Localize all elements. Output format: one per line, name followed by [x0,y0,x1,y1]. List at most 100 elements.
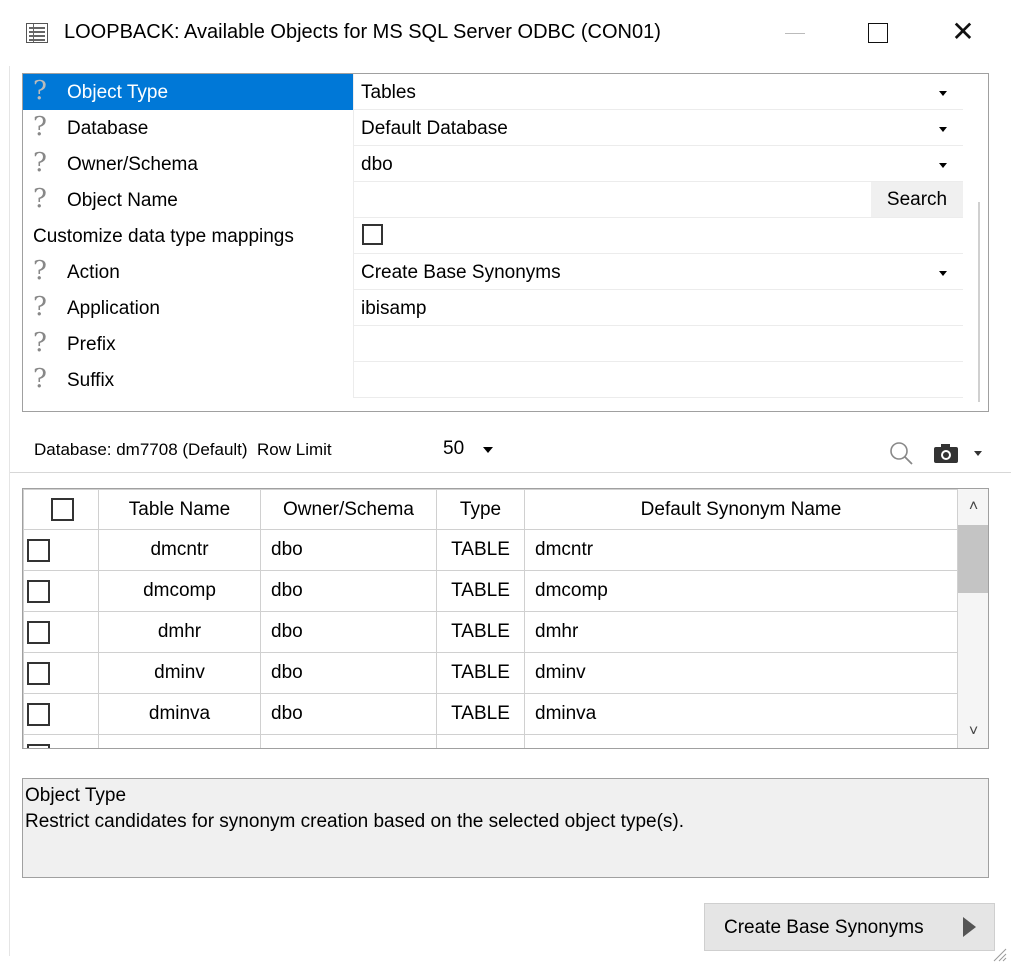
action-dropdown[interactable]: Create Base Synonyms [353,254,963,290]
window-title: LOOPBACK: Available Objects for MS SQL S… [64,21,661,43]
property-value: ibisamp [361,298,427,319]
properties-scrollbar[interactable] [978,202,980,402]
column-header-table-name[interactable]: Table Name [98,489,261,530]
camera-icon[interactable] [932,441,962,465]
owner-cell: dbo [260,611,437,653]
table-row[interactable]: dmcomp dbo TABLE dmcomp [23,570,958,612]
row-checkbox[interactable] [27,579,50,603]
select-all-checkbox[interactable] [51,498,74,521]
column-header-default-synonym-name[interactable]: Default Synonym Name [524,489,958,530]
property-owner-schema[interactable]: ? Owner/Schema dbo [23,146,963,182]
property-value: Create Base Synonyms [361,262,561,283]
type-cell: TABLE [436,611,525,653]
customize-mappings-checkbox[interactable] [362,224,383,245]
property-label: Customize data type mappings [33,226,294,247]
row-limit-value[interactable]: 50 [443,438,464,460]
chevron-down-icon[interactable] [937,159,949,171]
scroll-up-icon[interactable]: ˄ [958,489,988,525]
properties-grid: ? Object Type Tables ? Database Default … [22,73,989,412]
property-prefix[interactable]: ? Prefix [23,326,963,362]
property-database[interactable]: ? Database Default Database [23,110,963,146]
synonym-name-cell[interactable]: dminv [524,652,958,694]
create-base-synonyms-button[interactable]: Create Base Synonyms [704,903,995,951]
help-question-icon: ? [33,76,47,106]
scrollbar-thumb[interactable] [958,525,988,593]
object-type-dropdown[interactable]: Tables [353,74,963,110]
table-row[interactable]: dminva dbo TABLE dminva [23,693,958,735]
property-action[interactable]: ? Action Create Base Synonyms [23,254,963,290]
title-bar: LOOPBACK: Available Objects for MS SQL S… [0,0,1011,66]
maximize-button[interactable] [847,12,907,52]
suffix-field[interactable] [353,362,963,398]
chevron-down-icon[interactable] [937,87,949,99]
property-value: Default Database [361,118,508,139]
play-arrow-icon [963,917,976,937]
search-button[interactable]: Search [871,182,963,217]
type-cell: TABLE [436,570,525,612]
resize-grip-icon[interactable] [988,943,1008,963]
search-icon[interactable] [888,440,914,466]
description-title: Object Type [25,785,127,806]
owner-cell: dbo [260,529,437,571]
chevron-down-icon[interactable] [937,267,949,279]
type-cell: TABLE [436,652,525,694]
help-question-icon: ? [33,328,47,358]
camera-menu-arrow-icon[interactable] [974,451,982,456]
help-question-icon: ? [33,364,47,394]
application-field[interactable]: ibisamp [353,290,963,326]
chevron-down-icon[interactable] [937,123,949,135]
property-suffix[interactable]: ? Suffix [23,362,963,398]
object-name-field[interactable]: Search [353,182,963,218]
help-question-icon: ? [33,292,47,322]
property-application[interactable]: ? Application ibisamp [23,290,963,326]
prefix-field[interactable] [353,326,963,362]
property-label: Object Type [67,82,169,103]
window-border [9,66,10,956]
column-header-type[interactable]: Type [436,489,525,530]
row-checkbox[interactable] [27,702,50,726]
table-name-cell: dmcomp [98,570,261,612]
database-info: Database: dm7708 (Default) Row Limit [34,440,332,459]
property-value: dbo [361,154,393,175]
property-label: Action [67,262,120,283]
help-question-icon: ? [33,184,47,214]
table-scrollbar[interactable]: ˄ ˅ [958,489,988,748]
table-row[interactable]: dmhr dbo TABLE dmhr [23,611,958,653]
button-label: Create Base Synonyms [724,917,924,938]
row-checkbox[interactable] [27,538,50,562]
table-row[interactable]: dmcntr dbo TABLE dmcntr [23,529,958,571]
table-row[interactable] [23,734,958,748]
synonym-name-cell[interactable]: dmcntr [524,529,958,571]
table-row[interactable]: dminv dbo TABLE dminv [23,652,958,694]
synonym-name-cell[interactable]: dmcomp [524,570,958,612]
help-question-icon: ? [33,256,47,286]
property-label: Suffix [67,370,115,391]
property-object-name[interactable]: ? Object Name Search [23,182,963,218]
chevron-down-icon[interactable] [483,447,493,453]
synonym-name-cell[interactable]: dmhr [524,611,958,653]
row-checkbox[interactable] [27,661,50,685]
table-name-cell: dminv [98,652,261,694]
type-cell: TABLE [436,529,525,571]
divider [10,472,1011,473]
help-question-icon: ? [33,148,47,178]
database-dropdown[interactable]: Default Database [353,110,963,146]
property-value: Tables [361,82,416,103]
window-grid-icon [26,23,48,43]
property-object-type[interactable]: ? Object Type Tables [23,74,963,110]
type-cell: TABLE [436,693,525,735]
owner-schema-dropdown[interactable]: dbo [353,146,963,182]
close-button[interactable]: ✕ [933,12,993,52]
property-label: Owner/Schema [67,154,198,175]
property-customize-mappings[interactable]: Customize data type mappings [23,218,963,254]
customize-mappings-cell [353,218,963,254]
scroll-down-icon[interactable]: ˅ [958,715,988,748]
column-header-owner-schema[interactable]: Owner/Schema [260,489,437,530]
minimize-button[interactable] [765,12,825,52]
row-checkbox[interactable] [27,620,50,644]
owner-cell: dbo [260,693,437,735]
owner-cell: dbo [260,652,437,694]
synonym-name-cell[interactable]: dminva [524,693,958,735]
property-label: Prefix [67,334,116,355]
row-checkbox[interactable] [27,743,50,748]
